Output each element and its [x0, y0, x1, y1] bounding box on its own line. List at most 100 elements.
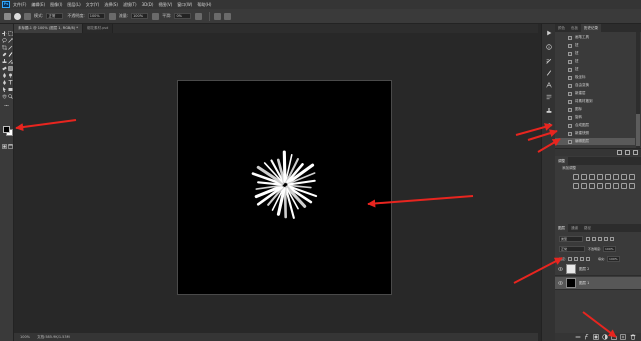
history-scroll-thumb[interactable]	[636, 114, 640, 146]
brush-preset-icon[interactable]	[14, 12, 21, 20]
photo-filter-icon[interactable]	[573, 183, 579, 189]
eyedropper-tool-icon[interactable]	[8, 45, 13, 50]
tab-document-2[interactable]: 烟花素材.psd	[82, 24, 114, 33]
history-brush-tool-icon[interactable]	[8, 59, 13, 64]
menu-filter[interactable]: 滤镜(T)	[123, 2, 137, 8]
clone-source-icon[interactable]	[546, 108, 552, 114]
menu-window[interactable]: 窗口(W)	[177, 2, 192, 8]
filter-smart-object-icon[interactable]	[610, 237, 614, 241]
crop-tool-icon[interactable]	[2, 45, 7, 50]
dodge-tool-icon[interactable]	[8, 73, 13, 78]
tab-history[interactable]: 历史记录	[581, 24, 601, 32]
trash-icon[interactable]	[630, 334, 636, 340]
history-item[interactable]: 旋转	[555, 114, 635, 121]
tab-channels[interactable]: 通道	[568, 224, 581, 232]
history-item[interactable]: 自由变换	[555, 82, 635, 89]
brush-settings-icon[interactable]	[24, 12, 31, 20]
marquee-tool-icon[interactable]	[8, 31, 13, 36]
history-item[interactable]: 新建快照	[555, 130, 635, 137]
history-item[interactable]: 扭	[555, 66, 635, 73]
layer-opacity-field[interactable]: 100%	[603, 246, 616, 252]
visibility-eye-icon[interactable]	[558, 267, 563, 271]
levels-icon[interactable]	[589, 174, 595, 180]
tab-layers[interactable]: 图层	[555, 224, 568, 232]
selective-color-icon[interactable]	[621, 183, 627, 189]
history-item[interactable]: 编辑图层	[555, 138, 635, 145]
type-tool-icon[interactable]	[8, 80, 13, 85]
hand-tool-icon[interactable]	[2, 94, 7, 99]
invert-icon[interactable]	[597, 183, 603, 189]
pressure-size-icon[interactable]	[214, 12, 222, 20]
black-white-icon[interactable]	[629, 174, 635, 180]
blend-mode-select[interactable]: 正常	[559, 246, 585, 252]
tab-paths[interactable]: 路径	[581, 224, 594, 232]
layer-name[interactable]: 图层 2	[579, 267, 589, 272]
clone-stamp-tool-icon[interactable]	[2, 59, 7, 64]
brightness-icon[interactable]	[573, 174, 579, 180]
posterize-icon[interactable]	[605, 183, 611, 189]
paragraph-icon[interactable]	[546, 94, 552, 100]
more-tools-icon[interactable]	[4, 103, 9, 108]
airbrush-icon[interactable]	[152, 12, 160, 20]
adjustment-layer-icon[interactable]	[602, 334, 608, 340]
menu-select[interactable]: 选择(S)	[104, 2, 118, 8]
filter-pixel-icon[interactable]	[586, 237, 590, 241]
lock-position-icon[interactable]	[580, 256, 585, 261]
healing-brush-tool-icon[interactable]	[2, 52, 7, 57]
filter-adjustment-icon[interactable]	[592, 237, 596, 241]
group-icon[interactable]	[611, 334, 617, 340]
play-icon[interactable]	[546, 30, 552, 36]
layer-name[interactable]: 图层 1	[579, 281, 589, 286]
flow-field[interactable]: 100%	[131, 13, 149, 19]
exposure-icon[interactable]	[597, 174, 603, 180]
gradient-tool-icon[interactable]	[8, 66, 13, 71]
screen-mode-icon[interactable]	[8, 144, 13, 149]
gradient-map-icon[interactable]	[629, 183, 635, 189]
foreground-color-swatch[interactable]	[3, 126, 10, 133]
opacity-field[interactable]: 100%	[87, 13, 105, 19]
lock-all-icon[interactable]	[586, 256, 591, 261]
history-item[interactable]: 新建层	[555, 90, 635, 97]
gear-icon[interactable]	[195, 12, 203, 20]
history-item[interactable]: 合成图层	[555, 122, 635, 129]
visibility-eye-icon[interactable]	[558, 281, 563, 285]
fx-icon[interactable]	[584, 334, 590, 340]
camera-icon[interactable]	[625, 150, 630, 155]
history-item[interactable]: 图标	[555, 106, 635, 113]
history-item[interactable]: 画笔工具	[555, 34, 635, 41]
menu-view[interactable]: 视图(V)	[158, 2, 172, 8]
history-scrollbar[interactable]	[636, 32, 640, 148]
blur-tool-icon[interactable]	[2, 73, 7, 78]
history-item[interactable]: 扭	[555, 58, 635, 65]
history-item[interactable]: 将素材搬到	[555, 98, 635, 105]
brush-settings-icon[interactable]	[546, 58, 552, 64]
path-selection-tool-icon[interactable]	[2, 87, 7, 92]
tab-swatches[interactable]: 色板	[568, 24, 581, 32]
new-snapshot-icon[interactable]	[617, 150, 622, 155]
symmetry-icon[interactable]	[224, 12, 232, 20]
threshold-icon[interactable]	[613, 183, 619, 189]
channel-mixer-icon[interactable]	[581, 183, 587, 189]
rectangle-tool-icon[interactable]	[8, 87, 13, 92]
zoom-level[interactable]: 100%	[20, 335, 30, 339]
menu-type[interactable]: 文字(Y)	[86, 2, 100, 8]
pressure-opacity-icon[interactable]	[108, 12, 116, 20]
mask-icon[interactable]	[593, 334, 599, 340]
menu-layer[interactable]: 图层(L)	[67, 2, 80, 8]
filter-type-icon[interactable]	[598, 237, 602, 241]
glyphs-icon[interactable]	[546, 122, 552, 128]
mode-select[interactable]: 正常	[46, 13, 64, 19]
move-tool-icon[interactable]	[2, 31, 7, 36]
tab-color[interactable]: 颜色	[555, 24, 568, 32]
vibrance-icon[interactable]	[605, 174, 611, 180]
layer-row[interactable]: 图层 2	[555, 263, 641, 276]
layer-kind-filter[interactable]: 类型	[559, 236, 583, 242]
menu-image[interactable]: 图像(I)	[50, 2, 62, 8]
quick-mask-icon[interactable]	[2, 144, 7, 149]
menu-3d[interactable]: 3D(D)	[142, 2, 154, 7]
hue-saturation-icon[interactable]	[613, 174, 619, 180]
brush-presets-icon[interactable]	[546, 70, 552, 76]
pen-tool-icon[interactable]	[2, 80, 7, 85]
eraser-tool-icon[interactable]	[2, 66, 7, 71]
brush-tool-icon[interactable]	[8, 52, 13, 57]
